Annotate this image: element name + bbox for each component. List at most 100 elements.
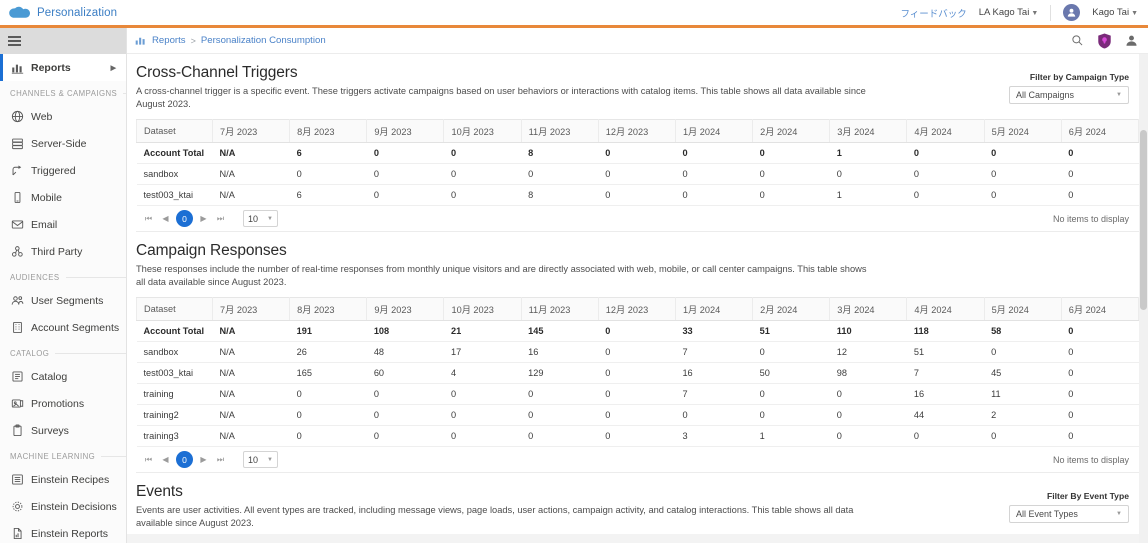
section-campaign-responses: Campaign Responses These responses includ… — [136, 242, 1140, 473]
column-header[interactable]: 2月 2024 — [752, 297, 831, 321]
pager-first-button[interactable]: ⏮ — [140, 210, 157, 227]
column-header[interactable]: 11月 2023 — [520, 297, 599, 321]
pager-next-button[interactable]: ▶ — [195, 451, 212, 468]
sidebar-item-label: Reports — [31, 61, 71, 74]
sidebar-item-web[interactable]: Web — [0, 103, 126, 130]
pager-next-button[interactable]: ▶ — [195, 210, 212, 227]
table-cell: 0 — [521, 404, 599, 426]
table-cell: 0 — [984, 425, 1062, 447]
column-header[interactable]: 4月 2024 — [906, 297, 985, 321]
sidebar-item-einstein-decisions[interactable]: Einstein Decisions — [0, 493, 126, 520]
filter-select[interactable]: All Event Types ▼ — [1009, 505, 1129, 523]
column-header[interactable]: 8月 2023 — [289, 297, 368, 321]
pager-current-page[interactable]: 0 — [176, 451, 193, 468]
table-cell: 33 — [675, 320, 753, 342]
column-header[interactable]: 1月 2024 — [674, 297, 754, 321]
breadcrumb-actions — [1071, 33, 1148, 49]
column-header[interactable]: 9月 2023 — [366, 119, 445, 143]
search-icon[interactable] — [1071, 34, 1084, 47]
sidebar-item-email[interactable]: Email — [0, 211, 126, 238]
product-name: Personalization — [37, 6, 118, 19]
column-header[interactable]: 10月 2023 — [443, 119, 522, 143]
table-cell: 0 — [1061, 404, 1139, 426]
table-cell: sandbox — [136, 341, 213, 363]
pager-last-button[interactable]: ⏭ — [212, 210, 229, 227]
pager-prev-button[interactable]: ◀ — [157, 210, 174, 227]
table-cell: N/A — [212, 142, 290, 164]
column-header[interactable]: 12月 2023 — [597, 297, 676, 321]
pager-last-button[interactable]: ⏭ — [212, 451, 229, 468]
user-menu[interactable]: Kago Tai ▼ — [1092, 7, 1138, 18]
third-party-nodes-icon — [10, 245, 24, 259]
chevron-down-icon: ▼ — [267, 215, 273, 222]
column-header[interactable]: 1月 2024 — [674, 119, 754, 143]
user-name: Kago Tai — [1092, 7, 1130, 18]
table-cell: N/A — [212, 341, 290, 363]
page-size-select[interactable]: 10 ▼ — [243, 210, 278, 227]
table-cell: 58 — [984, 320, 1062, 342]
page-size-value: 10 — [248, 213, 259, 224]
table-cell: 191 — [289, 320, 367, 342]
table-cell: 0 — [752, 163, 830, 185]
org-switcher[interactable]: LA Kago Tai ▼ — [979, 7, 1038, 18]
data-table: Dataset7月 20238月 20239月 202310月 202311月 … — [136, 297, 1140, 447]
table-cell: 48 — [366, 341, 444, 363]
vertical-scrollbar[interactable] — [1139, 54, 1148, 543]
sidebar-item-einstein-reports[interactable]: Einstein Reports — [0, 520, 126, 543]
column-header[interactable]: 7月 2023 — [211, 297, 291, 321]
column-header[interactable]: 8月 2023 — [289, 119, 368, 143]
pager-prev-button[interactable]: ◀ — [157, 451, 174, 468]
sidebar-item-catalog[interactable]: Catalog — [0, 363, 126, 390]
book-icon — [10, 370, 24, 384]
breadcrumb-current[interactable]: Personalization Consumption — [201, 35, 326, 46]
person-icon[interactable] — [1125, 34, 1138, 47]
sidebar-item-user-segments[interactable]: User Segments — [0, 287, 126, 314]
feedback-link[interactable]: フィードバック — [900, 6, 966, 20]
table-cell: 0 — [1061, 184, 1139, 206]
table-cell: 7 — [675, 341, 753, 363]
column-header[interactable]: 12月 2023 — [597, 119, 676, 143]
sidebar-item-server-side[interactable]: Server-Side — [0, 130, 126, 157]
pager-first-button[interactable]: ⏮ — [140, 451, 157, 468]
column-header[interactable]: 5月 2024 — [983, 297, 1062, 321]
table-cell: 0 — [289, 383, 367, 405]
column-header[interactable]: 3月 2024 — [829, 297, 908, 321]
column-header[interactable]: 10月 2023 — [443, 297, 522, 321]
sidebar-item-triggered[interactable]: Triggered — [0, 157, 126, 184]
table-header-row: Dataset7月 20238月 20239月 202310月 202311月 … — [136, 119, 1140, 143]
sidebar-item-reports[interactable]: Reports ▶ — [0, 54, 126, 81]
user-avatar-icon[interactable] — [1063, 4, 1081, 21]
column-header[interactable]: Dataset — [136, 297, 213, 321]
table-cell: 7 — [675, 383, 753, 405]
hamburger-icon[interactable] — [8, 34, 21, 48]
column-header[interactable]: Dataset — [136, 119, 213, 143]
column-header[interactable]: 2月 2024 — [752, 119, 831, 143]
table-cell: test003_ktai — [136, 184, 213, 206]
breadcrumb-parent[interactable]: Reports — [152, 35, 186, 46]
filter-label: Filter by Campaign Type — [1029, 72, 1129, 82]
sidebar-item-account-segments[interactable]: Account Segments — [0, 314, 126, 341]
shield-icon[interactable] — [1097, 33, 1112, 49]
sidebar-item-third-party[interactable]: Third Party — [0, 238, 126, 265]
page-size-select[interactable]: 10 ▼ — [243, 451, 278, 468]
column-header[interactable]: 6月 2024 — [1060, 297, 1140, 321]
column-header[interactable]: 9月 2023 — [366, 297, 445, 321]
table-cell: 0 — [1061, 142, 1139, 164]
column-header[interactable]: 3月 2024 — [829, 119, 908, 143]
column-header[interactable]: 7月 2023 — [211, 119, 291, 143]
scrollbar-thumb[interactable] — [1140, 130, 1147, 310]
column-header[interactable]: 4月 2024 — [906, 119, 985, 143]
column-header[interactable]: 6月 2024 — [1060, 119, 1140, 143]
table-row: training3 N/A 0 0 0 0 0 3 1 0 0 0 0 — [136, 425, 1139, 447]
sidebar-item-einstein-recipes[interactable]: Einstein Recipes — [0, 466, 126, 493]
sidebar-item-promotions[interactable]: Promotions — [0, 390, 126, 417]
filter-select[interactable]: All Campaigns ▼ — [1009, 86, 1129, 104]
table-cell: N/A — [212, 383, 290, 405]
pager-current-page[interactable]: 0 — [176, 210, 193, 227]
column-header[interactable]: 11月 2023 — [520, 119, 599, 143]
sidebar-item-mobile[interactable]: Mobile — [0, 184, 126, 211]
sidebar-item-surveys[interactable]: Surveys — [0, 417, 126, 444]
table-cell: 0 — [1061, 163, 1139, 185]
filter-label: Filter By Event Type — [1047, 491, 1129, 501]
column-header[interactable]: 5月 2024 — [983, 119, 1062, 143]
